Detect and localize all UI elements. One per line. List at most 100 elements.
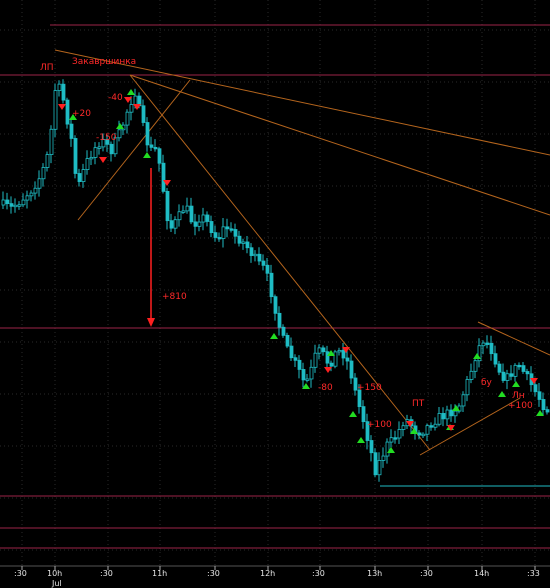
candle-body	[189, 205, 194, 223]
annotation-label: ПТ	[412, 399, 425, 409]
candle-body	[445, 409, 450, 420]
candlestick-chart: ЛП Закавршинка +20 -40 -150 +810 -80 +150 +100 ПТ…	[0, 0, 550, 588]
candle-body	[205, 214, 210, 222]
candle-body	[53, 90, 58, 130]
candle-body	[129, 104, 134, 113]
x-tick-label: :30	[100, 569, 113, 578]
candle-body	[289, 345, 294, 359]
candle-body	[49, 128, 54, 155]
candle-body	[501, 371, 506, 381]
candle-body	[497, 363, 502, 373]
candle-body	[429, 425, 434, 428]
candle-body	[505, 373, 510, 381]
candle-body	[317, 347, 322, 354]
candle-body	[489, 342, 494, 355]
candle-body	[149, 144, 154, 148]
candle-body	[273, 296, 278, 314]
candle-body	[133, 95, 138, 105]
candle-body	[221, 226, 226, 239]
candle-body	[169, 220, 174, 229]
annotation-label: +100	[508, 401, 533, 411]
candle-body	[297, 359, 302, 370]
candle-body	[417, 432, 422, 436]
candle-body	[265, 264, 270, 274]
candle-body	[93, 147, 98, 158]
x-tick-label: 13h	[367, 569, 382, 578]
annotation-label: +100	[367, 420, 392, 430]
candle-body	[97, 146, 102, 149]
annotation-label: бу	[481, 378, 493, 388]
candle-body	[285, 334, 290, 347]
x-tick-label: :33	[527, 569, 540, 578]
candle-body	[257, 253, 262, 262]
candle-body	[349, 360, 354, 379]
candle-body	[245, 241, 250, 249]
candle-body	[545, 409, 550, 413]
candle-body	[109, 143, 114, 155]
candle-body	[145, 122, 150, 146]
candle-body	[81, 169, 86, 182]
candle-body	[389, 437, 394, 443]
x-tick-label: 12h	[260, 569, 275, 578]
candle-body	[5, 199, 10, 205]
candle-body	[425, 425, 430, 435]
candle-body	[421, 433, 426, 437]
candle-body	[313, 352, 318, 368]
x-tick-label: 11h	[152, 569, 167, 578]
annotation-label: -40	[108, 93, 123, 103]
candle-body	[57, 83, 62, 91]
candle-body	[377, 460, 382, 476]
x-tick-label: :30	[14, 569, 27, 578]
candle-body	[381, 455, 386, 461]
candle-body	[541, 399, 546, 411]
annotation-label: ЛП	[40, 63, 54, 73]
candle-body	[73, 138, 78, 174]
candle-body	[517, 364, 522, 368]
candle-body	[277, 312, 282, 328]
candle-body	[65, 99, 70, 125]
candle-body	[253, 253, 258, 257]
candle-body	[125, 111, 130, 126]
candle-body	[385, 441, 390, 457]
candle-body	[325, 351, 330, 364]
candle-body	[369, 440, 374, 454]
candle-body	[509, 373, 514, 377]
candle-body	[33, 187, 38, 194]
candle-body	[397, 429, 402, 439]
candle-body	[213, 232, 218, 238]
candle-body	[293, 357, 298, 361]
candle-body	[157, 148, 162, 164]
candle-body	[521, 365, 526, 372]
candle-body	[21, 199, 26, 206]
candle-body	[69, 123, 74, 139]
chart-background	[0, 0, 550, 588]
candle-body	[525, 371, 530, 375]
x-tick-label: :30	[207, 569, 220, 578]
candle-body	[177, 211, 182, 221]
candle-body	[465, 379, 470, 396]
candle-body	[209, 221, 214, 234]
candle-body	[485, 342, 490, 345]
candle-body	[201, 214, 206, 223]
candle-body	[537, 391, 542, 400]
annotation-label: -80	[318, 383, 333, 393]
candle-body	[433, 423, 438, 428]
candle-body	[481, 342, 486, 347]
candle-body	[453, 410, 458, 417]
candle-body	[309, 366, 314, 380]
candle-body	[513, 364, 518, 377]
candle-body	[393, 437, 398, 440]
annotation-label: +810	[162, 292, 187, 302]
candle-body	[345, 357, 350, 362]
candle-body	[469, 370, 474, 380]
candle-body	[1, 199, 6, 206]
candle-body	[261, 260, 266, 266]
candle-body	[37, 178, 42, 189]
candle-body	[269, 272, 274, 298]
candle-body	[229, 228, 234, 231]
candle-body	[333, 351, 338, 367]
candle-body	[85, 158, 90, 170]
candle-body	[217, 237, 222, 240]
candle-body	[437, 413, 442, 425]
annotation-label: +150	[357, 383, 382, 393]
